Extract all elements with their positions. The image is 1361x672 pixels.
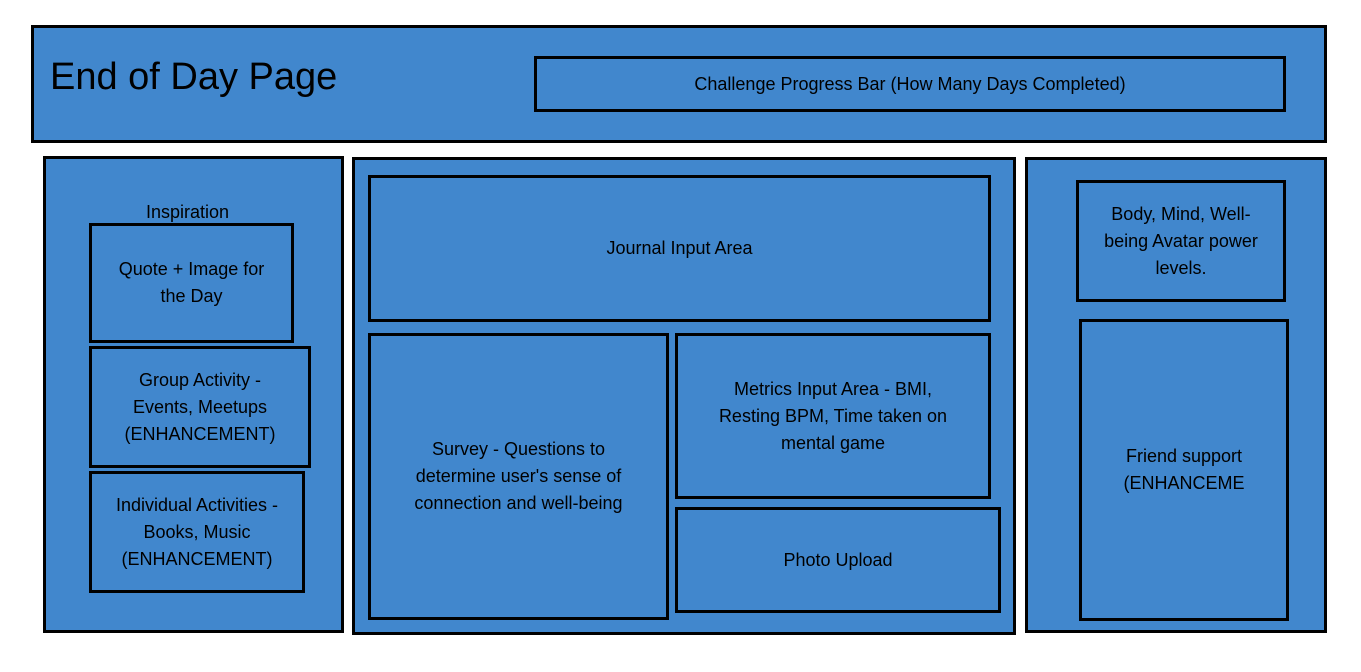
friend-support-box: Friend support (ENHANCEME (1079, 319, 1289, 621)
challenge-progress-bar: Challenge Progress Bar (How Many Days Co… (534, 56, 1286, 112)
journal-input-label: Journal Input Area (606, 238, 753, 258)
group-activity-box: Group Activity - Events, Meetups (ENHANC… (89, 346, 311, 468)
friend-support-label: Friend support (ENHANCEME (1123, 446, 1245, 493)
photo-upload-box: Photo Upload (675, 507, 1001, 613)
inspiration-panel: Inspiration Quote + Image for the Day Gr… (43, 156, 344, 633)
page-title: End of Day Page (50, 56, 338, 98)
survey-label: Survey - Questions to determine user's s… (414, 439, 623, 513)
header-panel: End of Day Page Challenge Progress Bar (… (31, 25, 1327, 143)
main-input-panel: Journal Input Area Survey - Questions to… (352, 157, 1016, 635)
quote-image-box: Quote + Image for the Day (89, 223, 294, 343)
group-activity-label: Group Activity - Events, Meetups (ENHANC… (124, 369, 276, 444)
metrics-input-area: Metrics Input Area - BMI, Resting BPM, T… (675, 333, 991, 499)
avatar-power-levels-box: Body, Mind, Well- being Avatar power lev… (1076, 180, 1286, 302)
inspiration-heading: Inspiration (146, 202, 230, 222)
progress-bar-label: Challenge Progress Bar (How Many Days Co… (694, 73, 1126, 94)
social-panel: Body, Mind, Well- being Avatar power lev… (1025, 157, 1327, 633)
individual-activities-box: Individual Activities - Books, Music (EN… (89, 471, 305, 593)
quote-image-label: Quote + Image for the Day (118, 259, 265, 306)
avatar-power-levels-label: Body, Mind, Well- being Avatar power lev… (1104, 203, 1258, 278)
metrics-input-label: Metrics Input Area - BMI, Resting BPM, T… (718, 378, 948, 453)
photo-upload-label: Photo Upload (783, 549, 893, 570)
journal-input-area: Journal Input Area (368, 175, 991, 322)
survey-box: Survey - Questions to determine user's s… (368, 333, 669, 620)
individual-activities-label: Individual Activities - Books, Music (EN… (115, 494, 279, 569)
